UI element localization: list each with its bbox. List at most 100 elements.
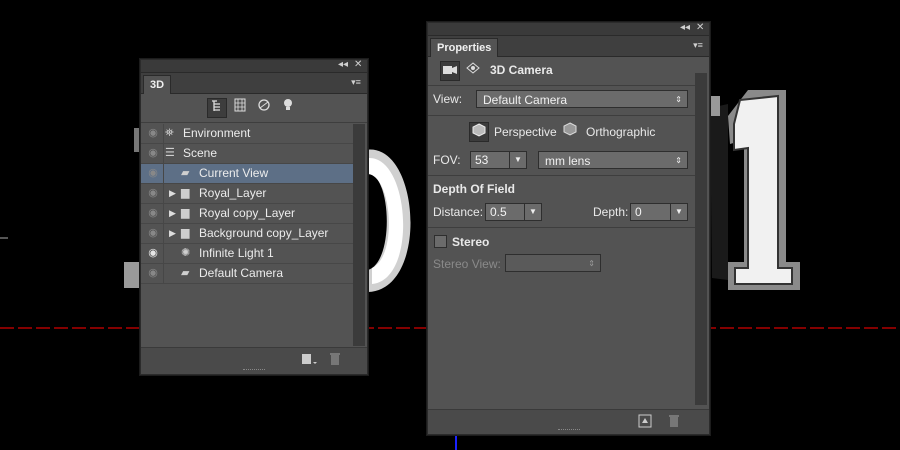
lens-dropdown[interactable]: mm lens ⇕ — [538, 151, 688, 169]
add-light-icon[interactable] — [301, 352, 317, 369]
panel-menu-icon[interactable]: ▾≡ — [691, 39, 705, 51]
filter-toolbar — [141, 94, 367, 123]
close-icon[interactable]: ✕ — [696, 21, 704, 35]
layer-row[interactable]: ◉ ▶ ▆ Background copy_Layer — [141, 224, 353, 244]
camera-icon: ▰ — [181, 167, 190, 179]
layer-label: Default Camera — [199, 266, 284, 280]
3d-text-fragment — [124, 262, 140, 288]
trash-icon[interactable] — [668, 414, 680, 431]
layer-label: Background copy_Layer — [199, 226, 329, 240]
trash-icon[interactable] — [329, 352, 341, 369]
panel-menu-icon[interactable]: ▾≡ — [349, 76, 363, 88]
orthographic-icon[interactable] — [561, 122, 579, 140]
stereo-view-dropdown[interactable]: ⇕ — [505, 254, 601, 272]
panel-properties-titlebar[interactable]: ◂◂ ✕ — [428, 21, 709, 36]
visibility-eye-icon[interactable]: ◉ — [143, 264, 164, 283]
expand-triangle-icon[interactable]: ▶ — [169, 184, 176, 203]
stereo-label[interactable]: Stereo — [452, 235, 489, 249]
panel-3d-tabbar: 3D ▾≡ — [141, 73, 367, 94]
distance-field[interactable]: 0.5 ▼ — [485, 203, 542, 221]
view-dropdown-value: Default Camera — [483, 93, 568, 107]
stereo-view-label: Stereo View: — [433, 257, 501, 271]
collapse-icon[interactable]: ◂◂ — [680, 21, 690, 35]
panel-properties: ◂◂ ✕ Properties ▾≡ 3D Camera View: Defau… — [427, 22, 710, 435]
panel-3d: ◂◂ ✕ 3D ▾≡ ◉ ⛯ Environment ◉ ☰ Scene ◉ ▰ Current… — [140, 59, 368, 375]
visibility-eye-icon[interactable]: ◉ — [143, 124, 164, 143]
panel-title: 3D Camera — [490, 63, 553, 77]
layer-label: Royal copy_Layer — [199, 206, 296, 220]
folder-icon: ▆ — [181, 227, 190, 239]
folder-icon: ▆ — [181, 207, 190, 219]
visibility-eye-icon[interactable]: ◉ — [143, 164, 164, 183]
updown-arrows-icon: ⇕ — [588, 259, 595, 268]
updown-arrows-icon: ⇕ — [675, 95, 682, 104]
environment-icon: ⛯ — [165, 127, 174, 139]
perspective-icon[interactable] — [469, 122, 489, 142]
stereo-section: Stereo Stereo View: ⇕ — [428, 227, 695, 279]
layer-row[interactable]: ◉ ⛯ Environment — [141, 124, 353, 144]
expand-triangle-icon[interactable]: ▶ — [169, 224, 176, 243]
resize-grip[interactable] — [557, 429, 580, 432]
depth-field[interactable]: 0 ▼ — [630, 203, 688, 221]
layer-label: Environment — [183, 126, 251, 140]
expand-triangle-icon[interactable]: ▶ — [169, 204, 176, 223]
light-filter-icon[interactable] — [279, 98, 297, 116]
depth-of-field-section: Depth Of Field Distance: 0.5 ▼ Depth: 0 … — [428, 175, 695, 228]
depth-value: 0 — [635, 205, 642, 219]
layer-label: Infinite Light 1 — [199, 246, 274, 260]
view-dropdown[interactable]: Default Camera ⇕ — [476, 90, 688, 108]
material-filter-icon[interactable] — [255, 98, 273, 116]
layer-list-scrollbar[interactable] — [353, 124, 365, 346]
fov-field[interactable]: 53 ▼ — [470, 151, 527, 169]
dropdown-arrow-icon[interactable]: ▼ — [509, 152, 526, 168]
tab-3d[interactable]: 3D — [143, 75, 172, 94]
layer-row[interactable]: ◉ ☰ Scene — [141, 144, 353, 164]
folder-icon: ▆ — [181, 187, 190, 199]
dropdown-arrow-icon[interactable]: ▼ — [524, 204, 541, 220]
camera-header: 3D Camera — [428, 57, 695, 86]
camera-icon[interactable] — [440, 61, 460, 81]
collapse-icon[interactable]: ◂◂ — [338, 58, 348, 72]
visibility-eye-icon[interactable]: ◉ — [143, 144, 164, 163]
updown-arrows-icon: ⇕ — [675, 156, 682, 165]
layer-row[interactable]: ◉ ✺ Infinite Light 1 — [141, 244, 353, 264]
panel-properties-footer — [428, 409, 709, 434]
layer-row[interactable]: ◉ ▶ ▆ Royal copy_Layer — [141, 204, 353, 224]
layer-label: Current View — [199, 166, 269, 180]
scene-filter-icon[interactable] — [207, 98, 227, 118]
layer-label: Scene — [183, 146, 218, 160]
camera-view-icon[interactable] — [464, 61, 482, 79]
perspective-label[interactable]: Perspective — [494, 125, 557, 139]
panel-3d-titlebar[interactable]: ◂◂ ✕ — [141, 58, 367, 73]
render-icon[interactable] — [638, 414, 652, 431]
stereo-checkbox[interactable] — [434, 235, 447, 248]
view-row: View: Default Camera ⇕ — [428, 85, 695, 116]
fov-label: FOV: — [433, 153, 461, 167]
dof-title: Depth Of Field — [433, 182, 515, 196]
tab-properties[interactable]: Properties — [430, 38, 499, 57]
visibility-eye-icon[interactable]: ◉ — [143, 184, 164, 203]
lens-dropdown-value: mm lens — [545, 154, 591, 168]
fov-value: 53 — [475, 153, 489, 167]
visibility-eye-icon[interactable]: ◉ — [143, 224, 164, 243]
layer-row[interactable]: ◉ ▶ ▆ Royal_Layer — [141, 184, 353, 204]
layer-row[interactable]: ◉ ▰ Current View — [141, 164, 353, 184]
light-icon: ✺ — [181, 247, 191, 259]
panel-3d-footer — [141, 347, 367, 374]
mesh-filter-icon[interactable] — [231, 98, 249, 116]
layer-row[interactable]: ◉ ▰ Default Camera — [141, 264, 353, 284]
panel-properties-tabbar: Properties ▾≡ — [428, 36, 709, 57]
resize-grip[interactable] — [243, 369, 265, 372]
view-label: View: — [433, 92, 463, 106]
properties-scrollbar[interactable] — [695, 73, 707, 405]
visibility-eye-icon[interactable]: ◉ — [143, 244, 164, 263]
distance-label: Distance: — [433, 205, 484, 219]
camera-icon: ▰ — [181, 267, 190, 279]
depth-label: Depth: — [593, 205, 629, 219]
dropdown-arrow-icon[interactable]: ▼ — [670, 204, 687, 220]
scene-layer-list: ◉ ⛯ Environment ◉ ☰ Scene ◉ ▰ Current View ◉ ▶ ▆ Roy… — [141, 124, 353, 346]
orthographic-label[interactable]: Orthographic — [586, 125, 655, 139]
close-icon[interactable]: ✕ — [354, 58, 362, 72]
visibility-eye-icon[interactable]: ◉ — [143, 204, 164, 223]
projection-section: Perspective Orthographic FOV: 53 ▼ mm le… — [428, 115, 695, 176]
